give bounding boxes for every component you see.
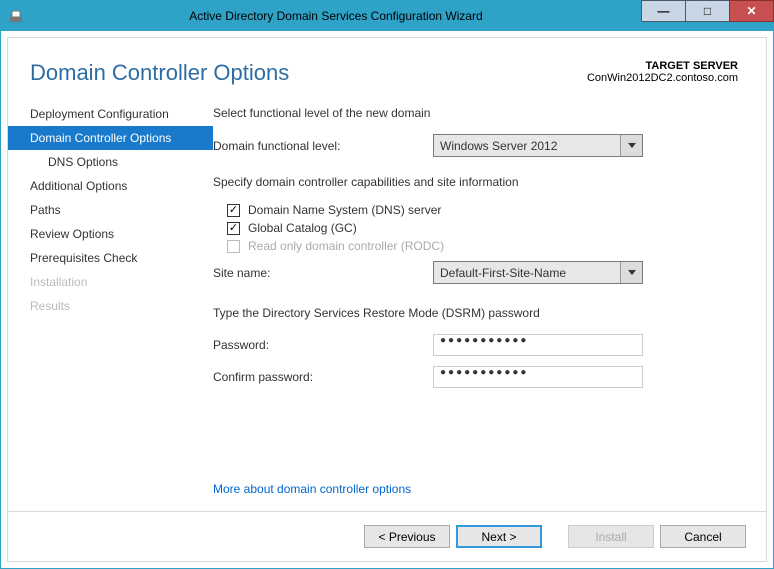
global-catalog-checkbox[interactable] — [227, 222, 240, 235]
step-review-options[interactable]: Review Options — [8, 222, 213, 246]
step-dns-options[interactable]: DNS Options — [8, 150, 213, 174]
dns-server-checkbox[interactable] — [227, 204, 240, 217]
minimize-button[interactable]: — — [641, 0, 686, 22]
wizard-footer: < Previous Next > Install Cancel — [8, 511, 766, 561]
global-catalog-checkbox-label: Global Catalog (GC) — [248, 221, 357, 235]
wizard-window: Active Directory Domain Services Configu… — [0, 0, 774, 569]
maximize-button[interactable]: □ — [685, 0, 730, 22]
site-name-value: Default-First-Site-Name — [434, 266, 620, 280]
main-panel: Select functional level of the new domai… — [213, 98, 766, 511]
password-input[interactable]: ●●●●●●●●●●● — [433, 334, 643, 356]
confirm-password-label: Confirm password: — [213, 370, 433, 384]
site-name-dropdown[interactable]: Default-First-Site-Name — [433, 261, 643, 284]
target-server-name: ConWin2012DC2.contoso.com — [587, 72, 738, 84]
target-server-label: TARGET SERVER — [587, 60, 738, 72]
step-paths[interactable]: Paths — [8, 198, 213, 222]
wizard-steps-sidebar: Deployment Configuration Domain Controll… — [8, 98, 213, 511]
domain-functional-level-value: Windows Server 2012 — [434, 139, 620, 153]
step-prerequisites-check[interactable]: Prerequisites Check — [8, 246, 213, 270]
next-button[interactable]: Next > — [456, 525, 542, 548]
target-server-block: TARGET SERVER ConWin2012DC2.contoso.com — [587, 60, 738, 84]
dsrm-heading: Type the Directory Services Restore Mode… — [213, 306, 738, 320]
step-results: Results — [8, 294, 213, 318]
chevron-down-icon — [620, 262, 642, 283]
domain-functional-level-dropdown[interactable]: Windows Server 2012 — [433, 134, 643, 157]
dns-server-checkbox-label: Domain Name System (DNS) server — [248, 203, 441, 217]
rodc-checkbox — [227, 240, 240, 253]
previous-button[interactable]: < Previous — [364, 525, 450, 548]
rodc-checkbox-label: Read only domain controller (RODC) — [248, 239, 444, 253]
domain-functional-level-label: Domain functional level: — [213, 139, 433, 153]
page-title: Domain Controller Options — [30, 60, 289, 86]
system-menu-icon[interactable] — [1, 9, 31, 23]
site-name-label: Site name: — [213, 266, 433, 280]
install-button: Install — [568, 525, 654, 548]
confirm-password-input[interactable]: ●●●●●●●●●●● — [433, 366, 643, 388]
password-label: Password: — [213, 338, 433, 352]
step-additional-options[interactable]: Additional Options — [8, 174, 213, 198]
step-installation: Installation — [8, 270, 213, 294]
chevron-down-icon — [620, 135, 642, 156]
window-controls: — □ ✕ — [641, 1, 773, 31]
window-title: Active Directory Domain Services Configu… — [31, 9, 641, 23]
capabilities-heading: Specify domain controller capabilities a… — [213, 175, 738, 189]
step-deployment-configuration[interactable]: Deployment Configuration — [8, 102, 213, 126]
step-domain-controller-options[interactable]: Domain Controller Options — [8, 126, 213, 150]
header: Domain Controller Options TARGET SERVER … — [8, 38, 766, 98]
close-button[interactable]: ✕ — [729, 0, 774, 22]
cancel-button[interactable]: Cancel — [660, 525, 746, 548]
functional-level-heading: Select functional level of the new domai… — [213, 106, 738, 120]
more-info-link[interactable]: More about domain controller options — [213, 482, 411, 496]
titlebar[interactable]: Active Directory Domain Services Configu… — [1, 1, 773, 31]
